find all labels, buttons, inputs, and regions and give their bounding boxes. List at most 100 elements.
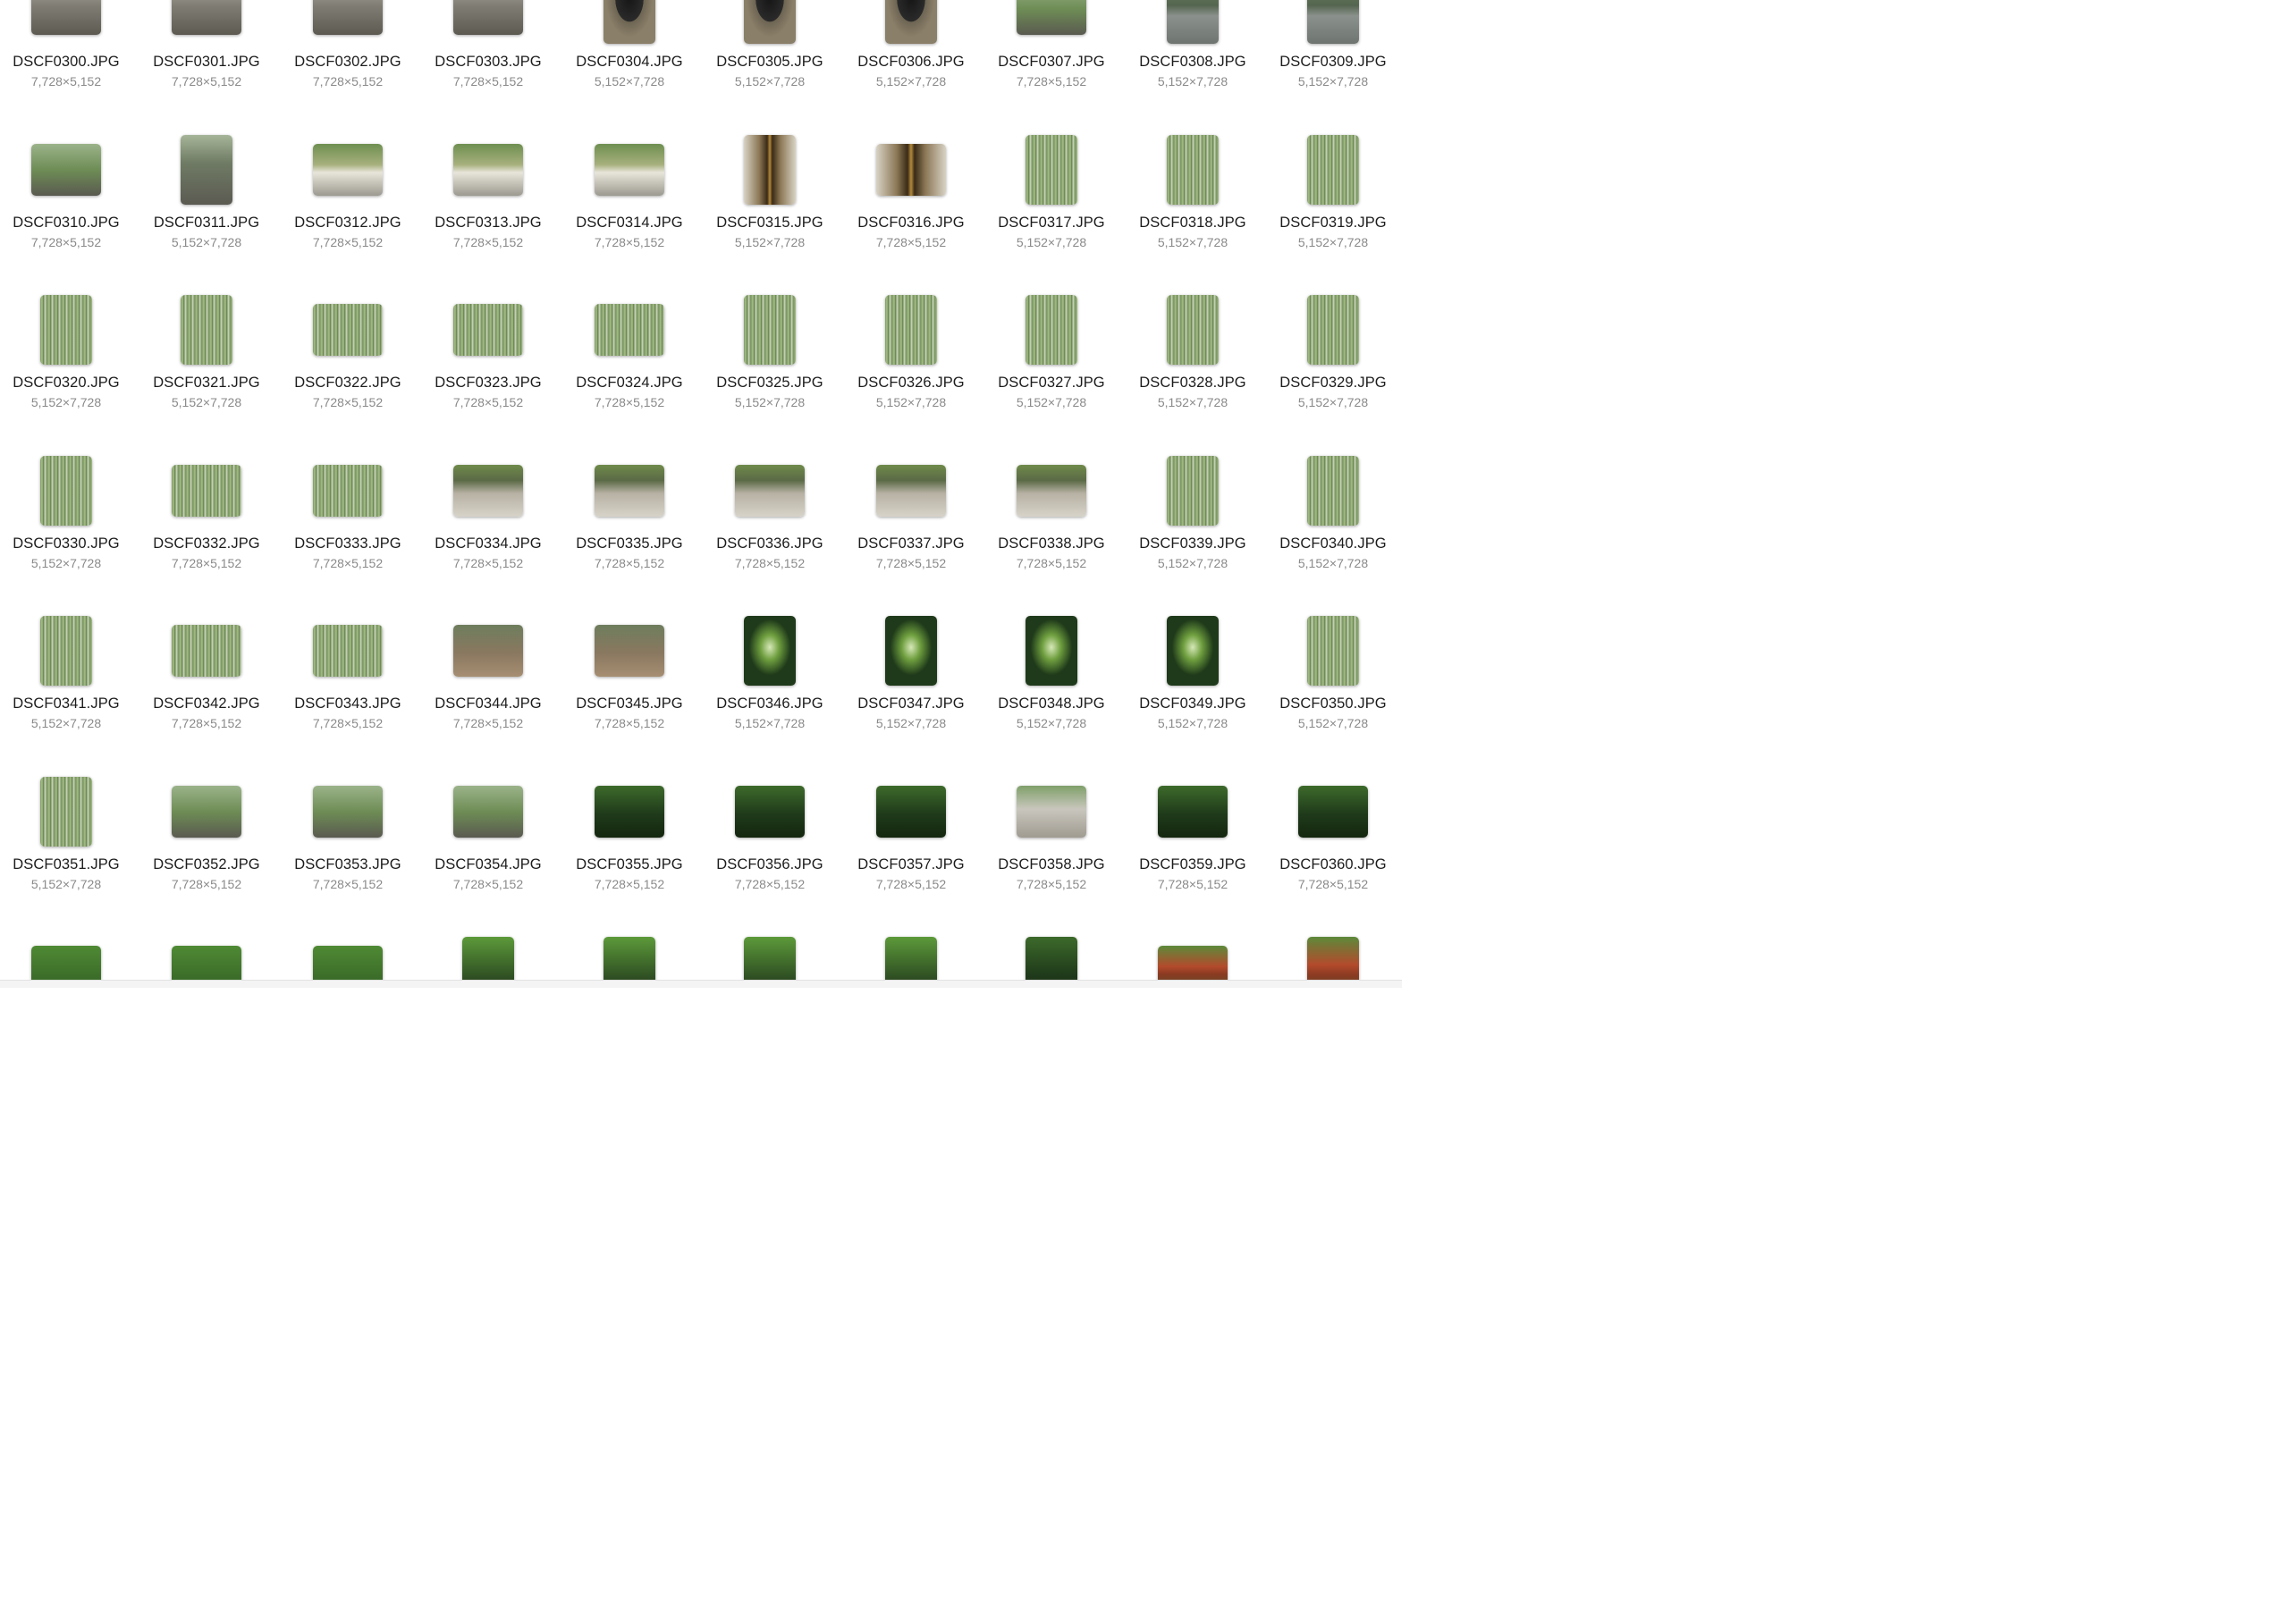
image-thumbnail[interactable]: [595, 304, 664, 356]
file-item[interactable]: DSCF0359.JPG 7,728×5,152: [1126, 785, 1260, 926]
file-item[interactable]: DSCF0313.JPG 7,728×5,152: [421, 143, 555, 284]
file-item[interactable]: DSCF0304.JPG 5,152×7,728: [562, 0, 696, 123]
image-thumbnail[interactable]: [595, 143, 664, 196]
image-thumbnail[interactable]: [40, 295, 92, 365]
file-item[interactable]: DSCF0326.JPG 5,152×7,728: [844, 295, 978, 444]
image-thumbnail[interactable]: [1307, 295, 1359, 365]
image-thumbnail[interactable]: [1167, 0, 1219, 44]
image-thumbnail[interactable]: [40, 616, 92, 686]
file-item[interactable]: DSCF0310.JPG 7,728×5,152: [0, 143, 133, 284]
file-item[interactable]: DSCF0346.JPG 5,152×7,728: [703, 616, 837, 765]
image-thumbnail[interactable]: [1307, 616, 1359, 686]
file-item[interactable]: DSCF0328.JPG 5,152×7,728: [1126, 295, 1260, 444]
image-thumbnail[interactable]: [1167, 616, 1219, 686]
file-item[interactable]: DSCF0306.JPG 5,152×7,728: [844, 0, 978, 123]
image-thumbnail[interactable]: [744, 616, 796, 686]
file-item[interactable]: DSCF0343.JPG 7,728×5,152: [281, 625, 415, 765]
image-thumbnail[interactable]: [1167, 295, 1219, 365]
image-thumbnail[interactable]: [595, 464, 664, 517]
file-item[interactable]: DSCF0354.JPG 7,728×5,152: [421, 785, 555, 926]
image-thumbnail[interactable]: [735, 785, 805, 838]
image-thumbnail[interactable]: [453, 785, 523, 838]
image-thumbnail[interactable]: [31, 0, 101, 35]
file-item[interactable]: DSCF0309.JPG 5,152×7,728: [1266, 0, 1400, 123]
image-thumbnail[interactable]: [313, 625, 383, 677]
file-item[interactable]: DSCF0345.JPG 7,728×5,152: [562, 625, 696, 765]
file-item[interactable]: DSCF0360.JPG 7,728×5,152: [1266, 785, 1400, 926]
image-thumbnail[interactable]: [1017, 785, 1086, 838]
image-thumbnail[interactable]: [453, 143, 523, 196]
image-thumbnail[interactable]: [313, 304, 383, 356]
file-item[interactable]: DSCF0352.JPG 7,728×5,152: [139, 785, 274, 926]
file-item[interactable]: DSCF0341.JPG 5,152×7,728: [0, 616, 133, 765]
image-thumbnail[interactable]: [744, 295, 796, 365]
file-item[interactable]: DSCF0315.JPG 5,152×7,728: [703, 134, 837, 284]
image-thumbnail[interactable]: [172, 464, 241, 517]
file-item[interactable]: DSCF0324.JPG 7,728×5,152: [562, 304, 696, 444]
image-thumbnail[interactable]: [1167, 455, 1219, 526]
image-thumbnail[interactable]: [313, 785, 383, 838]
image-thumbnail[interactable]: [1017, 464, 1086, 517]
file-item[interactable]: DSCF0312.JPG 7,728×5,152: [281, 143, 415, 284]
file-item[interactable]: DSCF0355.JPG 7,728×5,152: [562, 785, 696, 926]
image-thumbnail[interactable]: [31, 143, 101, 196]
file-item[interactable]: DSCF0358.JPG 7,728×5,152: [984, 785, 1118, 926]
file-item[interactable]: DSCF0344.JPG 7,728×5,152: [421, 625, 555, 765]
image-thumbnail[interactable]: [40, 455, 92, 526]
file-item[interactable]: DSCF0305.JPG 5,152×7,728: [703, 0, 837, 123]
file-item[interactable]: DSCF0303.JPG 7,728×5,152: [421, 0, 555, 123]
image-thumbnail[interactable]: [1158, 785, 1228, 838]
image-thumbnail[interactable]: [735, 464, 805, 517]
file-item[interactable]: DSCF0349.JPG 5,152×7,728: [1126, 616, 1260, 765]
image-thumbnail[interactable]: [1307, 0, 1359, 44]
file-item[interactable]: DSCF0302.JPG 7,728×5,152: [281, 0, 415, 123]
file-item[interactable]: DSCF0301.JPG 7,728×5,152: [139, 0, 274, 123]
file-item[interactable]: DSCF0327.JPG 5,152×7,728: [984, 295, 1118, 444]
image-thumbnail[interactable]: [595, 625, 664, 677]
file-item[interactable]: DSCF0311.JPG 5,152×7,728: [139, 134, 274, 284]
image-thumbnail[interactable]: [1167, 134, 1219, 205]
file-item[interactable]: DSCF0317.JPG 5,152×7,728: [984, 134, 1118, 284]
image-thumbnail[interactable]: [1026, 134, 1077, 205]
image-thumbnail[interactable]: [604, 0, 655, 44]
file-item[interactable]: DSCF0330.JPG 5,152×7,728: [0, 455, 133, 605]
image-thumbnail[interactable]: [876, 143, 946, 196]
file-item[interactable]: DSCF0356.JPG 7,728×5,152: [703, 785, 837, 926]
file-item[interactable]: DSCF0316.JPG 7,728×5,152: [844, 143, 978, 284]
image-thumbnail[interactable]: [744, 0, 796, 44]
image-thumbnail[interactable]: [1026, 295, 1077, 365]
image-thumbnail[interactable]: [172, 625, 241, 677]
file-item[interactable]: DSCF0332.JPG 7,728×5,152: [139, 464, 274, 605]
file-item[interactable]: DSCF0318.JPG 5,152×7,728: [1126, 134, 1260, 284]
image-thumbnail[interactable]: [1298, 785, 1368, 838]
image-thumbnail[interactable]: [453, 304, 523, 356]
file-item[interactable]: DSCF0329.JPG 5,152×7,728: [1266, 295, 1400, 444]
image-thumbnail[interactable]: [453, 0, 523, 35]
file-item[interactable]: DSCF0337.JPG 7,728×5,152: [844, 464, 978, 605]
image-thumbnail[interactable]: [1307, 455, 1359, 526]
file-item[interactable]: DSCF0348.JPG 5,152×7,728: [984, 616, 1118, 765]
image-thumbnail[interactable]: [1307, 134, 1359, 205]
image-thumbnail[interactable]: [876, 464, 946, 517]
file-item[interactable]: DSCF0351.JPG 5,152×7,728: [0, 776, 133, 926]
image-thumbnail[interactable]: [172, 785, 241, 838]
file-item[interactable]: DSCF0323.JPG 7,728×5,152: [421, 304, 555, 444]
file-item[interactable]: DSCF0307.JPG 7,728×5,152: [984, 0, 1118, 123]
file-item[interactable]: DSCF0334.JPG 7,728×5,152: [421, 464, 555, 605]
file-item[interactable]: DSCF0336.JPG 7,728×5,152: [703, 464, 837, 605]
file-item[interactable]: DSCF0322.JPG 7,728×5,152: [281, 304, 415, 444]
image-thumbnail[interactable]: [885, 295, 937, 365]
image-thumbnail[interactable]: [453, 625, 523, 677]
image-thumbnail[interactable]: [172, 0, 241, 35]
file-item[interactable]: DSCF0308.JPG 5,152×7,728: [1126, 0, 1260, 123]
file-item[interactable]: DSCF0338.JPG 7,728×5,152: [984, 464, 1118, 605]
file-item[interactable]: DSCF0314.JPG 7,728×5,152: [562, 143, 696, 284]
file-item[interactable]: DSCF0321.JPG 5,152×7,728: [139, 295, 274, 444]
file-item[interactable]: DSCF0320.JPG 5,152×7,728: [0, 295, 133, 444]
file-item[interactable]: DSCF0319.JPG 5,152×7,728: [1266, 134, 1400, 284]
image-thumbnail[interactable]: [181, 134, 232, 205]
file-item[interactable]: DSCF0340.JPG 5,152×7,728: [1266, 455, 1400, 605]
image-thumbnail[interactable]: [313, 0, 383, 35]
image-thumbnail[interactable]: [313, 464, 383, 517]
image-thumbnail[interactable]: [181, 295, 232, 365]
